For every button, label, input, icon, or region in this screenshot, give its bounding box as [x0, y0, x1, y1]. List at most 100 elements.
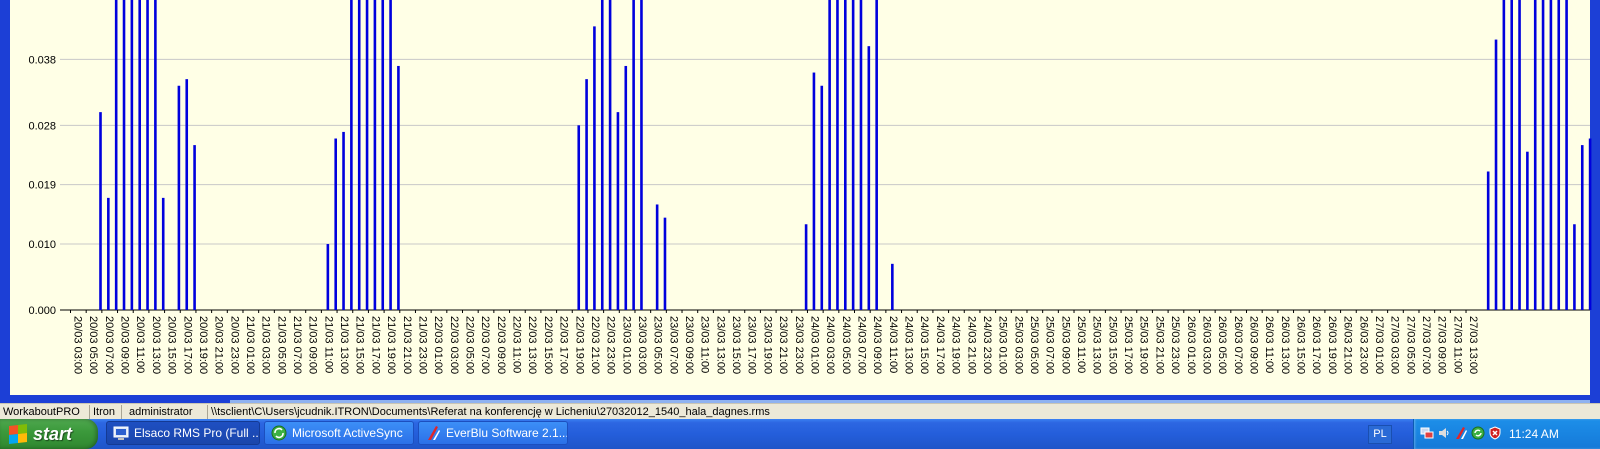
- x-tick-label: 20/03 11:00: [134, 316, 146, 373]
- x-tick-label: 20/03 09:00: [119, 316, 131, 374]
- bar: [130, 0, 134, 310]
- x-tick-label: 25/03 13:00: [1091, 316, 1103, 374]
- bar: [891, 263, 894, 310]
- x-tick-label: 26/03 19:00: [1326, 316, 1338, 374]
- network-icon[interactable]: [1420, 426, 1434, 440]
- bar: [350, 0, 353, 310]
- x-tick-label: 24/03 21:00: [965, 316, 977, 374]
- system-tray: 11:24 AM: [1413, 419, 1600, 449]
- bar: [122, 0, 126, 310]
- x-tick-label: 20/03 19:00: [197, 316, 209, 374]
- bar-chart: 0.0000.0100.0190.0280.03820/03 03:00 20/0…: [28, 0, 1592, 374]
- bar: [616, 112, 620, 311]
- bar: [875, 0, 878, 310]
- x-tick-label: 21/03 03:00: [260, 316, 272, 374]
- x-tick-label: 24/03 23:00: [981, 316, 993, 374]
- x-tick-label: 22/03 13:00: [526, 316, 538, 374]
- task-activesync[interactable]: Microsoft ActiveSync: [264, 421, 414, 445]
- x-tick-label: 25/03 17:00: [1122, 316, 1134, 374]
- bar: [1557, 0, 1561, 310]
- x-tick-label: 26/03 09:00: [1248, 316, 1260, 374]
- x-tick-label: 21/03 01:00: [244, 316, 256, 374]
- bar: [1510, 0, 1513, 310]
- bar: [1549, 0, 1553, 310]
- bar: [389, 0, 392, 310]
- x-tick-label: 27/03 13:00: [1467, 316, 1479, 374]
- x-tick-label: 23/03 15:00: [730, 316, 742, 374]
- x-tick-label: 20/03 15:00: [166, 316, 178, 374]
- status-file-path: \\tsclient\C\Users\jcudnik.ITRON\Documen…: [211, 406, 770, 418]
- bar: [1565, 0, 1568, 310]
- language-indicator[interactable]: PL: [1368, 425, 1392, 444]
- x-tick-label: 26/03 05:00: [1216, 316, 1228, 374]
- x-tick-label: 25/03 01:00: [997, 316, 1009, 374]
- bar: [114, 0, 118, 310]
- status-bar: WorkaboutPRO Itron administrator \\tscli…: [0, 403, 1600, 420]
- task-elsaco-rms[interactable]: Elsaco RMS Pro (Full ...: [106, 421, 260, 445]
- y-tick-label: 0.000: [28, 305, 56, 317]
- x-tick-label: 20/03 13:00: [150, 316, 162, 374]
- x-tick-label: 20/03 23:00: [228, 316, 240, 374]
- windows-logo-icon: [9, 424, 27, 444]
- x-tick-label: 22/03 07:00: [479, 316, 491, 374]
- bar: [1588, 138, 1592, 310]
- x-tick-label: 26/03 11:00: [1263, 316, 1275, 373]
- speaker-icon[interactable]: [1437, 426, 1451, 440]
- x-tick-label: 20/03 21:00: [213, 316, 225, 374]
- x-tick-label: 20/03 03:00: [72, 316, 84, 374]
- task-label: Elsaco RMS Pro (Full ...: [134, 426, 260, 440]
- x-tick-label: 27/03 05:00: [1404, 316, 1416, 374]
- x-tick-label: 24/03 15:00: [918, 316, 930, 374]
- bar: [655, 204, 659, 310]
- bar: [812, 72, 816, 310]
- x-tick-label: 26/03 23:00: [1357, 316, 1369, 374]
- x-tick-label: 20/03 05:00: [87, 316, 99, 374]
- x-tick-label: 23/03 07:00: [667, 316, 679, 374]
- bar: [632, 0, 635, 310]
- x-tick-label: 26/03 15:00: [1295, 316, 1307, 374]
- x-tick-label: 20/03 07:00: [103, 316, 115, 374]
- bar: [828, 0, 831, 310]
- x-tick-label: 27/03 11:00: [1451, 316, 1463, 373]
- bar: [1580, 145, 1584, 310]
- x-tick-label: 22/03 01:00: [432, 316, 444, 374]
- x-tick-label: 23/03 17:00: [746, 316, 758, 374]
- x-tick-label: 23/03 05:00: [652, 316, 664, 374]
- clock[interactable]: 11:24 AM: [1509, 419, 1559, 449]
- x-tick-label: 26/03 01:00: [1185, 316, 1197, 374]
- x-tick-label: 25/03 21:00: [1153, 316, 1165, 374]
- x-tick-label: 24/03 13:00: [903, 316, 915, 374]
- x-tick-label: 22/03 19:00: [573, 316, 585, 374]
- bar: [1526, 151, 1529, 310]
- start-button[interactable]: start: [0, 419, 98, 449]
- x-tick-label: 21/03 23:00: [416, 316, 428, 374]
- chart-window: 0.000 0.010 0.019 0.028 0.038 20/03 03:00 20/0…: [0, 0, 1600, 403]
- task-label: EverBlu Software 2.1....: [446, 426, 568, 440]
- x-tick-label: 26/03 17:00: [1310, 316, 1322, 374]
- x-tick-label: 24/03 01:00: [808, 316, 820, 374]
- bar: [1494, 39, 1498, 311]
- x-tick-label: 24/03 03:00: [824, 316, 836, 374]
- x-tick-label: 23/03 01:00: [620, 316, 632, 374]
- bar: [1541, 0, 1545, 310]
- bar: [836, 0, 839, 310]
- bar: [1518, 0, 1521, 310]
- x-tick-label: 27/03 01:00: [1373, 316, 1385, 374]
- x-tick-label: 25/03 03:00: [1012, 316, 1024, 374]
- x-tick-label: 21/03 11:00: [322, 316, 334, 373]
- task-everblu[interactable]: EverBlu Software 2.1....: [418, 421, 568, 445]
- bar: [107, 197, 110, 310]
- bar: [397, 65, 400, 310]
- security-shield-icon[interactable]: [1488, 426, 1502, 440]
- x-tick-label: 26/03 13:00: [1279, 316, 1291, 374]
- monitor-icon: [113, 426, 129, 440]
- x-tick-label: 21/03 19:00: [385, 316, 397, 374]
- everblu-tray-icon[interactable]: [1454, 426, 1468, 440]
- x-tick-label: 24/03 07:00: [856, 316, 868, 374]
- bar: [804, 224, 808, 310]
- x-tick-label: 20/03 17:00: [181, 316, 193, 374]
- x-tick-label: 22/03 15:00: [542, 316, 554, 374]
- bar: [1573, 224, 1576, 310]
- activesync-tray-icon[interactable]: [1471, 426, 1485, 440]
- x-tick-label: 22/03 11:00: [511, 316, 523, 373]
